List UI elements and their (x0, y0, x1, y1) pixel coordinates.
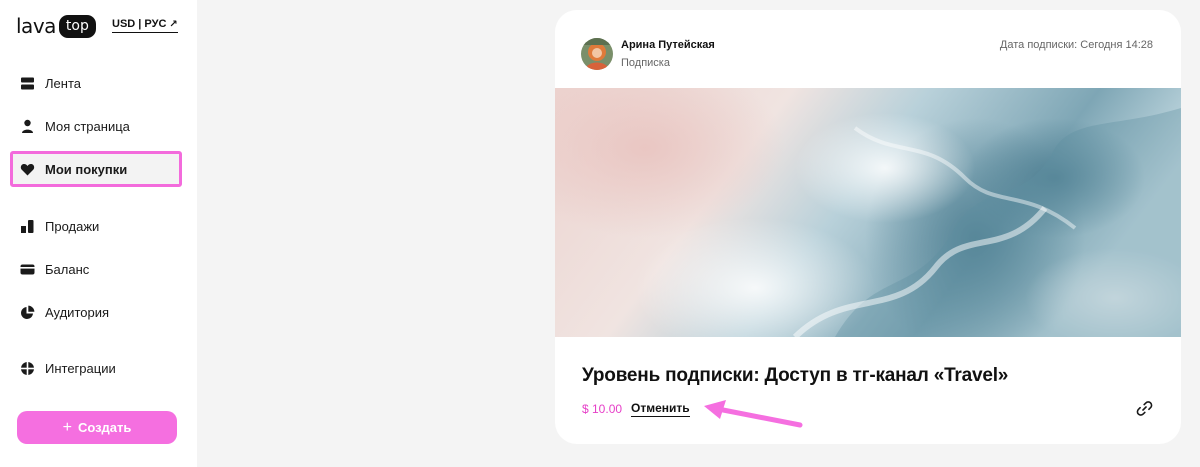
purchase-card: Арина Путейская Подписка Дата подписки: … (555, 10, 1181, 444)
bar-chart-icon (20, 219, 35, 234)
logo-word: lava (16, 14, 56, 38)
cancel-subscription-link[interactable]: Отменить (631, 401, 690, 417)
sidebar-item-feed[interactable]: Лента (10, 65, 182, 101)
subscription-date: Дата подписки: Сегодня 14:28 (999, 39, 1153, 51)
logo[interactable]: lava top (16, 14, 96, 38)
copy-link-icon[interactable] (1136, 400, 1153, 417)
price: $ 10.00 (582, 402, 623, 416)
sidebar-item-label: Мои покупки (45, 161, 128, 177)
sidebar-item-audience[interactable]: Аудитория (10, 294, 182, 330)
sidebar-item-label: Баланс (45, 261, 90, 277)
sidebar-item-label: Аудитория (45, 304, 110, 320)
create-button[interactable]: + Создать (17, 411, 177, 444)
heart-icon (20, 162, 35, 177)
author-subtitle: Подписка (621, 57, 670, 69)
sidebar-item-purchases[interactable]: Мои покупки (10, 151, 182, 187)
sidebar-item-my-page[interactable]: Моя страница (10, 108, 182, 144)
plus-icon: + (62, 418, 72, 436)
product-title: Уровень подписки: Доступ в тг-канал «Tra… (582, 365, 1009, 386)
sidebar-item-label: Продажи (45, 218, 100, 234)
sidebar-item-label: Лента (45, 75, 81, 91)
card-icon (20, 262, 35, 277)
currency-language-switcher[interactable]: USD | РУС ↗ (112, 18, 178, 33)
cover-image (555, 88, 1181, 337)
sidebar-item-label: Моя страница (45, 118, 130, 134)
pie-chart-icon (20, 305, 35, 320)
sidebar-item-sales[interactable]: Продажи (10, 208, 182, 244)
arrow-up-right-icon: ↗ (169, 18, 178, 30)
sidebar-item-integrations[interactable]: Интеграции (10, 350, 182, 386)
sidebar-item-label: Интеграции (45, 360, 116, 376)
feed-icon (20, 76, 35, 91)
logo-badge: top (58, 14, 96, 38)
user-icon (20, 119, 35, 134)
sidebar: lava top USD | РУС ↗ Лента Моя страница … (0, 0, 197, 467)
currency-label: USD | РУС (112, 18, 167, 30)
integrations-icon (20, 361, 35, 376)
create-button-label: Создать (77, 420, 132, 435)
sidebar-item-balance[interactable]: Баланс (10, 251, 182, 287)
avatar[interactable] (581, 38, 613, 70)
author-name[interactable]: Арина Путейская (621, 39, 715, 51)
